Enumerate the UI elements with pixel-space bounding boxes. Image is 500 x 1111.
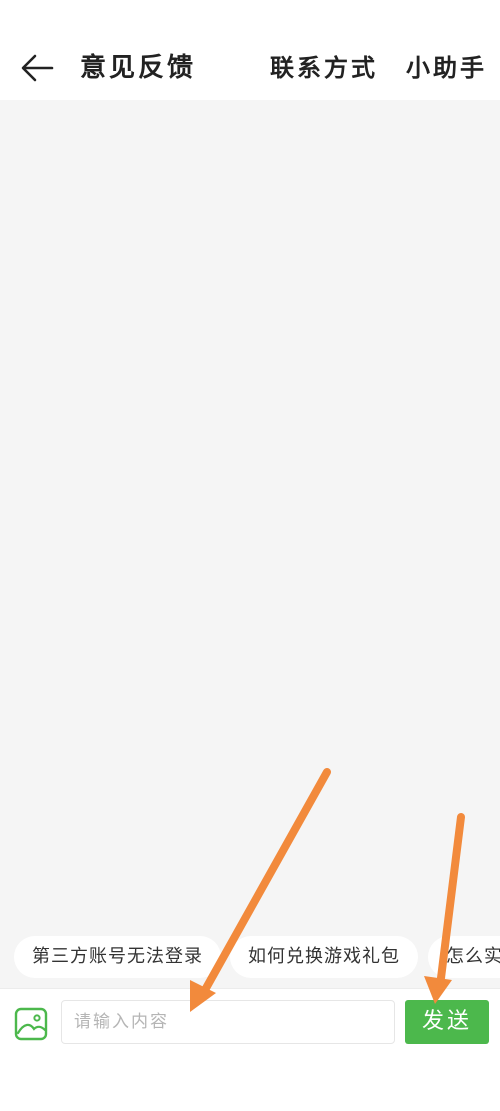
chat-message-area[interactable] [0,100,500,988]
message-composer: 发送 [0,988,500,1111]
image-icon [14,1007,48,1041]
quick-question-chip[interactable]: 如何兑换游戏礼包 [230,936,418,978]
send-button[interactable]: 发送 [405,1000,489,1044]
message-input[interactable] [61,1000,395,1044]
quick-question-chip[interactable]: 第三方账号无法登录 [14,936,221,978]
contact-link[interactable]: 联系方式 [270,50,378,86]
quick-question-list: 第三方账号无法登录 如何兑换游戏礼包 怎么实 [0,936,500,978]
arrow-left-icon [21,54,54,82]
assistant-link[interactable]: 小助手 [406,50,487,86]
quick-question-chip[interactable]: 怎么实 [428,936,500,978]
image-picker-button[interactable] [14,1007,48,1041]
page-title: 意见反馈 [80,53,197,83]
back-button[interactable] [18,48,58,88]
header-bar: 意见反馈 联系方式 小助手 [0,0,500,100]
